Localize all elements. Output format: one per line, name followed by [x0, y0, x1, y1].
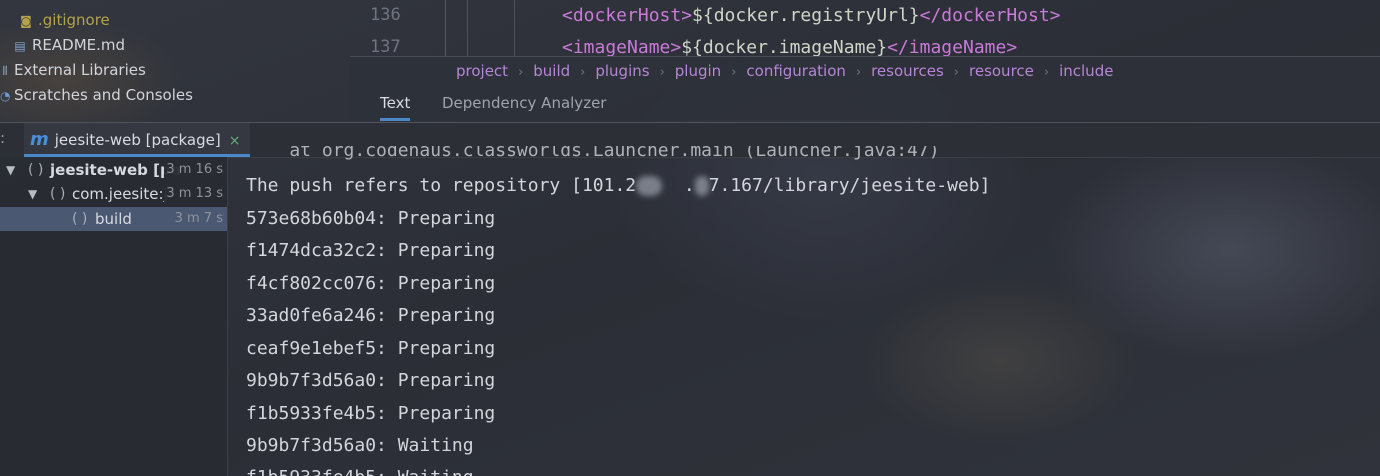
- breadcrumb-resources[interactable]: resources: [871, 57, 944, 86]
- chevron-right-icon: ›: [580, 65, 586, 80]
- redacted-mask: [694, 176, 709, 196]
- indent-guide: [514, 0, 515, 56]
- breadcrumb-project[interactable]: project: [456, 57, 508, 86]
- tree-item-readme[interactable]: ▤ README.md: [12, 33, 125, 57]
- breadcrumb-configuration[interactable]: configuration: [746, 57, 846, 86]
- tree-node-duration: 3 m 7 s: [172, 207, 223, 231]
- run-tab-label: jeesite-web [package]: [54, 131, 221, 149]
- chevron-right-icon: ›: [659, 65, 665, 80]
- running-icon: ( ): [72, 211, 88, 227]
- console-line: 9b9b7f3d56a0: Waiting: [246, 435, 474, 456]
- tree-node-label: build: [95, 210, 132, 228]
- chevron-down-icon[interactable]: ▼: [6, 158, 15, 182]
- project-tree: ‹› ◙ .gitignore ▤ README.md ⫴ External Libr…: [0, 0, 340, 120]
- tree-item-label: README.md: [32, 36, 126, 54]
- breadcrumb-build[interactable]: build: [533, 57, 570, 86]
- console-line-push: The push refers to repository [101.2 . 7.…: [246, 175, 991, 196]
- tab-text[interactable]: Text: [380, 85, 411, 121]
- console-line: f4cf802cc076: Preparing: [246, 273, 496, 294]
- line-number: 136: [370, 5, 401, 25]
- console-line: f1474dca32c2: Preparing: [246, 240, 496, 261]
- scratches-icon: ◔: [0, 89, 11, 103]
- chevron-right-icon: ›: [953, 65, 959, 80]
- tree-item-label: External Libraries: [14, 61, 146, 79]
- tree-item-gitignore[interactable]: ◙ .gitignore: [18, 8, 110, 32]
- running-icon: ( ): [50, 186, 66, 202]
- chevron-right-icon: ›: [855, 65, 862, 80]
- tree-item-external-libraries[interactable]: ⫴ External Libraries: [0, 58, 146, 82]
- code-line-137: <imageName>${docker.imageName}</imageNam…: [562, 37, 1018, 56]
- breadcrumb: project › build › plugins › plugin › configurati…: [350, 56, 1380, 86]
- chevron-right-icon: ›: [1043, 65, 1050, 80]
- code-line-136: <dockerHost>${docker.registryUrl}</docke…: [562, 5, 1061, 26]
- library-icon: ⫴: [2, 64, 8, 78]
- console-line: 9b9b7f3d56a0: Preparing: [246, 370, 496, 391]
- tree-node-com-jeesite[interactable]: ▼ ( ) com.jeesite:j 3 m 13 s: [0, 182, 227, 206]
- console-line: at org.codehaus.classworlds.Launcher.mai…: [246, 146, 940, 161]
- tool-window-title: :: [0, 129, 6, 147]
- breadcrumb-resource[interactable]: resource: [969, 57, 1034, 86]
- tree-node-duration: 3 m 16 s: [164, 158, 223, 182]
- tab-dependency-analyzer[interactable]: Dependency Analyzer: [442, 85, 606, 118]
- tree-item-label: Scratches and Consoles: [14, 86, 193, 104]
- line-number-gutter: 136 137: [350, 0, 446, 56]
- console-output[interactable]: at org.codehaus.classworlds.Launcher.mai…: [228, 146, 1380, 476]
- run-build-tree: ▼ ( ) jeesite-web [pa 3 m 16 s ▼ ( ) com…: [0, 157, 228, 476]
- markdown-file-icon: ▤: [14, 39, 26, 53]
- console-line: f1b5933fe4b5: Preparing: [246, 403, 496, 424]
- breadcrumb-include[interactable]: include: [1059, 57, 1113, 86]
- tree-node-duration: 3 m 13 s: [164, 182, 223, 206]
- run-tab-jeesite-web-package[interactable]: m jeesite-web [package] ×: [24, 123, 251, 157]
- chevron-down-icon[interactable]: ▼: [28, 182, 37, 206]
- chevron-right-icon: ›: [518, 65, 524, 80]
- tree-item-scratches[interactable]: ◔ Scratches and Consoles: [0, 83, 193, 107]
- indent-guide: [467, 0, 468, 56]
- breadcrumb-plugin[interactable]: plugin: [675, 57, 721, 86]
- chevron-right-icon: ›: [731, 65, 737, 80]
- console-line: ceaf9e1ebef5: Preparing: [246, 338, 496, 359]
- breadcrumb-plugins[interactable]: plugins: [595, 57, 649, 86]
- redacted-mask: [636, 176, 663, 196]
- tree-row-cut-icon: ‹›: [32, 0, 43, 2]
- editor-view-tabs: Text Dependency Analyzer: [350, 85, 1380, 121]
- tree-node-label: com.jeesite:j: [72, 185, 168, 203]
- code-editor[interactable]: 136 137 <dockerHost>${docker.registryUrl…: [350, 0, 1380, 56]
- tree-node-build[interactable]: ( ) build 3 m 7 s: [0, 207, 227, 231]
- git-file-icon: ◙: [20, 14, 32, 28]
- console-line: 573e68b60b04: Preparing: [246, 208, 496, 229]
- maven-icon: m: [30, 129, 49, 150]
- tree-node-label: jeesite-web [pa: [50, 161, 181, 179]
- console-line: 33ad0fe6a246: Preparing: [246, 305, 496, 326]
- line-number: 137: [370, 37, 401, 56]
- tree-item-label: .gitignore: [38, 11, 110, 29]
- running-icon: ( ): [28, 162, 44, 178]
- console-line: f1b5933fe4b5: Waiting: [246, 467, 474, 476]
- tree-node-jeesite-web[interactable]: ▼ ( ) jeesite-web [pa 3 m 16 s: [0, 158, 227, 182]
